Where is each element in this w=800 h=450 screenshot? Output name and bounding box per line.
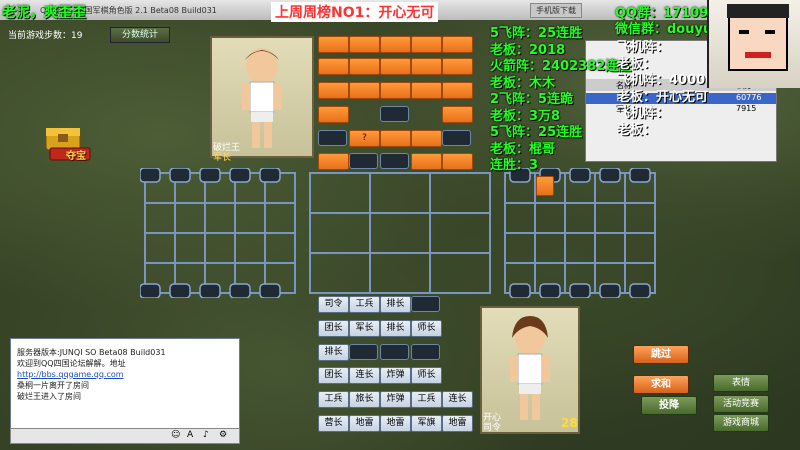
overlay-right-record-line: 老板： (617, 122, 657, 138)
enemy-piece (411, 82, 442, 99)
enemy-piece (349, 58, 380, 75)
player-piece[interactable]: 军旗 (411, 415, 442, 432)
overlay-banner: 上周周榜NO1：开心无可 (271, 2, 439, 22)
chat-link[interactable]: http://bbs.qqgame.qq.com (11, 369, 239, 380)
settings-icon[interactable]: ⚙ (219, 430, 227, 440)
enemy-piece (318, 36, 349, 53)
surrender-button[interactable]: 投降 (641, 396, 697, 415)
player-piece[interactable]: 军长 (349, 320, 380, 337)
enemy-piece (442, 36, 473, 53)
enemy-piece (411, 58, 442, 75)
enemy-piece (318, 106, 349, 123)
bottom-player-rank: 司令 (483, 423, 502, 433)
camp-slot (318, 130, 347, 146)
webcam-overlay (707, 0, 800, 88)
top-player-rank: 军长 (213, 153, 232, 163)
font-icon[interactable]: A (187, 430, 193, 440)
overlay-streamer-name: 老泥，爽歪歪 (2, 5, 86, 21)
enemy-piece (411, 130, 442, 147)
player-piece[interactable]: 团长 (318, 320, 349, 337)
enemy-piece (442, 106, 473, 123)
enemy-piece (349, 82, 380, 99)
player-piece[interactable]: 旅长 (349, 391, 380, 408)
camp-slot (349, 344, 378, 360)
player-piece[interactable]: 排长 (380, 296, 411, 313)
enemy-piece (349, 36, 380, 53)
player-piece[interactable]: 师长 (411, 367, 442, 384)
camp-slot (380, 344, 409, 360)
camp-slot (349, 153, 378, 169)
enemy-piece (442, 82, 473, 99)
mobile-download-button[interactable]: 手机版下载 (530, 3, 582, 18)
chat-line: 破烂王进入了房间 (17, 392, 81, 401)
camp-slot (442, 130, 471, 146)
chat-line: 欢迎到QQ四国论坛解解。地址 (17, 359, 126, 368)
camp-slot (380, 153, 409, 169)
player-piece[interactable]: 工兵 (411, 391, 442, 408)
score-stats-button[interactable]: 分数统计 (110, 27, 170, 43)
speaker-icon[interactable]: ♪ (203, 430, 209, 440)
chat-toolbar: ☺ A ♪ ⚙ (10, 428, 240, 444)
treasure-label: 夺宝 (66, 151, 86, 162)
enemy-piece (380, 58, 411, 75)
player-list-row[interactable]: 军长 7915 (586, 104, 776, 115)
chat-line: 服务器版本:JUNQI SO Beta08 Build031 (17, 348, 166, 357)
player-piece[interactable]: 地雷 (380, 415, 411, 432)
boy-avatar-icon (242, 48, 282, 148)
peace-button[interactable]: 求和 (633, 375, 689, 394)
player-piece[interactable]: 营长 (318, 415, 349, 432)
emoji-button[interactable]: 表情 (713, 374, 769, 392)
enemy-piece (380, 130, 411, 147)
camp-slot (411, 296, 440, 312)
player-piece[interactable]: 工兵 (349, 296, 380, 313)
player-piece[interactable]: 工兵 (318, 391, 349, 408)
camp-slot (411, 344, 440, 360)
cartoon-face-icon (727, 4, 789, 71)
match-button[interactable]: 活动竞赛 (713, 395, 769, 413)
chat-line: 桑桐一片离开了房间 (17, 381, 89, 390)
enemy-piece-right (536, 176, 554, 196)
game-board-grid (140, 168, 656, 298)
player-piece[interactable]: 炸弹 (380, 391, 411, 408)
player-piece[interactable]: 排长 (318, 344, 349, 361)
step-counter: 当前游戏步数：19 (8, 31, 83, 41)
player-piece[interactable]: 司令 (318, 296, 349, 313)
enemy-piece (380, 36, 411, 53)
player-piece[interactable]: 排长 (380, 320, 411, 337)
player-piece[interactable]: 连长 (349, 367, 380, 384)
enemy-piece-unknown: ? (349, 130, 380, 147)
shop-button[interactable]: 游戏商城 (713, 414, 769, 432)
player-piece[interactable]: 团长 (318, 367, 349, 384)
enemy-piece (411, 36, 442, 53)
emoji-icon[interactable]: ☺ (171, 430, 180, 440)
player-piece[interactable]: 地雷 (349, 415, 380, 432)
skip-button[interactable]: 跳过 (633, 345, 689, 364)
overlay-record-line: 连胜：3 (490, 158, 539, 173)
player-piece[interactable]: 地雷 (442, 415, 473, 432)
enemy-piece (442, 58, 473, 75)
player-piece[interactable]: 连长 (442, 391, 473, 408)
player-piece[interactable]: 师长 (411, 320, 442, 337)
enemy-piece (318, 58, 349, 75)
enemy-piece (380, 82, 411, 99)
move-timer: 28 (561, 416, 578, 430)
camp-slot (380, 106, 409, 122)
chat-log[interactable]: 服务器版本:JUNQI SO Beta08 Build031 欢迎到QQ四国论坛… (10, 338, 240, 432)
enemy-piece (318, 82, 349, 99)
player-piece[interactable]: 炸弹 (380, 367, 411, 384)
treasure-chest[interactable]: 夺宝 (42, 122, 98, 164)
